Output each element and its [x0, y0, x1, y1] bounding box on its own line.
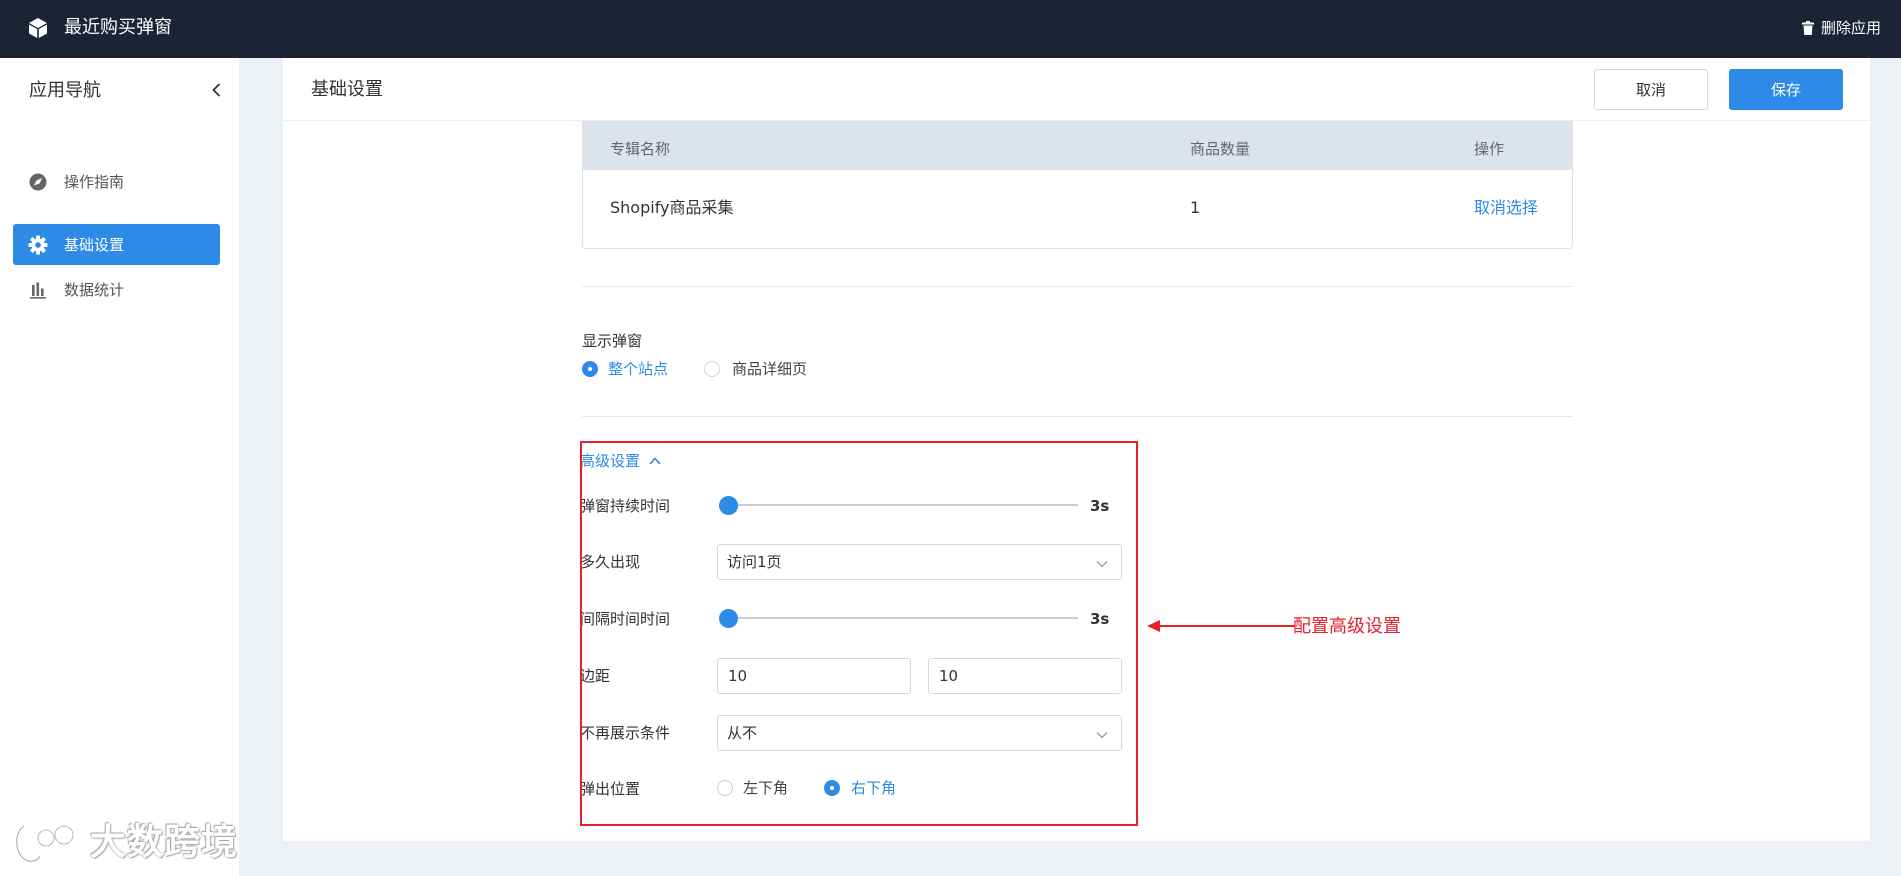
- watermark: 大数跨境: [12, 818, 238, 868]
- radio-whole-site[interactable]: [582, 361, 598, 377]
- radio-label-product-page[interactable]: 商品详细页: [732, 358, 807, 380]
- annotation-arrow: [1147, 620, 1295, 632]
- deselect-link[interactable]: 取消选择: [1474, 198, 1538, 218]
- sidebar: 应用导航 操作指南 基础设置 数据统计: [0, 58, 239, 876]
- gear-icon: [28, 235, 48, 255]
- table-header: 专辑名称 商品数量 操作: [583, 121, 1572, 170]
- sidebar-item-label: 操作指南: [64, 173, 125, 191]
- radio-label-whole-site[interactable]: 整个站点: [608, 358, 668, 380]
- display-popup-label: 显示弹窗: [582, 332, 643, 350]
- divider: [582, 286, 1573, 287]
- sidebar-item-label: 基础设置: [64, 236, 125, 254]
- cube-icon: [29, 18, 47, 38]
- column-header-count: 商品数量: [1190, 140, 1251, 158]
- save-button[interactable]: 保存: [1729, 69, 1843, 110]
- radio-product-page[interactable]: [704, 361, 720, 377]
- watermark-logo: [14, 823, 75, 864]
- product-count: 1: [1190, 198, 1201, 217]
- cancel-button[interactable]: 取消: [1594, 69, 1708, 110]
- annotation-highlight-box: [580, 441, 1138, 826]
- sidebar-item-basic-settings[interactable]: 基础设置: [13, 224, 220, 265]
- sidebar-item-statistics[interactable]: 数据统计: [13, 269, 220, 310]
- trash-icon: [1801, 21, 1814, 35]
- top-bar: 最近购买弹窗 删除应用: [0, 0, 1901, 58]
- watermark-text: 大数跨境: [90, 822, 239, 863]
- collection-table: 专辑名称 商品数量 操作 Shopify商品采集 1 取消选择: [582, 121, 1573, 249]
- column-header-action: 操作: [1474, 140, 1505, 158]
- divider: [582, 416, 1573, 417]
- column-header-name: 专辑名称: [610, 140, 671, 158]
- sidebar-item-label: 数据统计: [64, 281, 125, 299]
- bar-chart-icon: [28, 280, 48, 300]
- sidebar-item-guide[interactable]: 操作指南: [13, 161, 220, 202]
- delete-app-button[interactable]: 删除应用: [1800, 16, 1881, 40]
- collection-name: Shopify商品采集: [610, 198, 734, 217]
- chevron-left-icon[interactable]: [208, 81, 226, 99]
- sidebar-title: 应用导航: [29, 80, 101, 101]
- page-title: 基础设置: [311, 79, 383, 100]
- card-header: 基础设置 取消 保存: [283, 58, 1870, 121]
- compass-icon: [28, 172, 48, 192]
- app-title: 最近购买弹窗: [64, 17, 172, 38]
- delete-app-label: 删除应用: [1820, 19, 1881, 37]
- annotation-text: 配置高级设置: [1293, 616, 1401, 637]
- table-row: Shopify商品采集 1 取消选择: [583, 170, 1572, 248]
